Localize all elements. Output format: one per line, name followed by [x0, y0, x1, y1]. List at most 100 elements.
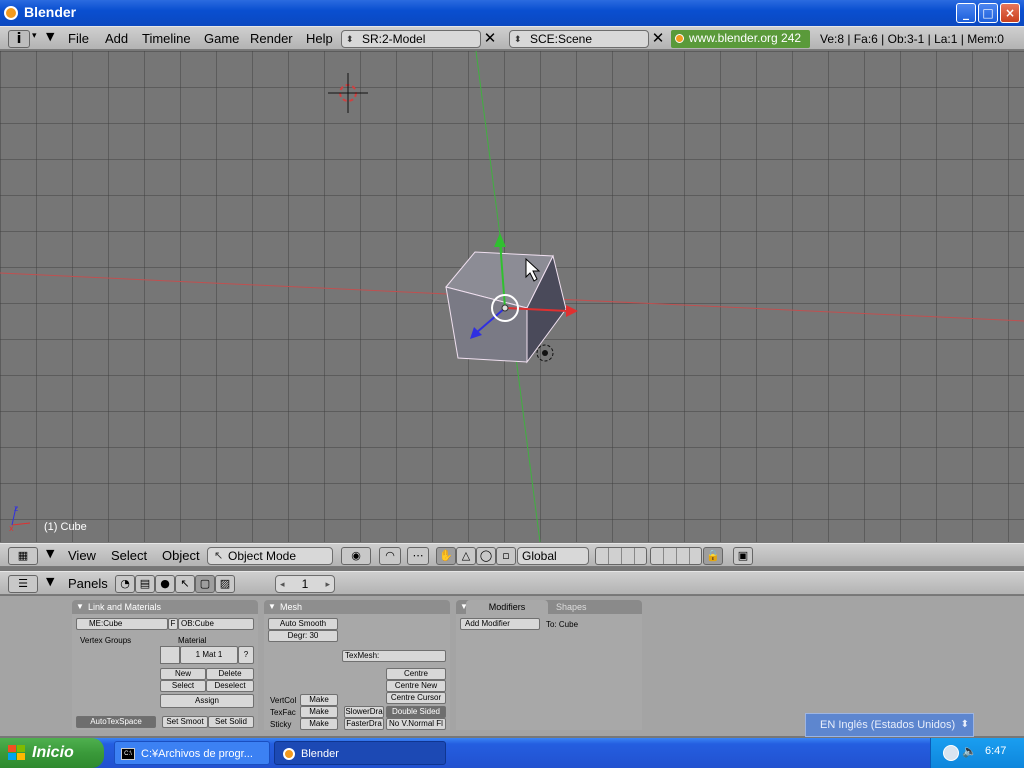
viewport-scene: z x — [0, 51, 1024, 542]
object-context-icon[interactable]: ↖ — [175, 575, 195, 593]
menu-file[interactable]: File — [68, 31, 89, 46]
material-help-button[interactable]: ? — [238, 646, 254, 664]
collapse-triangle-icon[interactable]: ▼ — [268, 600, 276, 614]
clock[interactable]: 6:47 — [985, 745, 1006, 757]
delete-scene-button[interactable]: ✕ — [649, 30, 667, 48]
3d-viewport[interactable]: z x (1) Cube — [0, 51, 1024, 542]
console-icon: C:\ — [121, 748, 135, 760]
manipulator-scale-icon[interactable]: ▫ — [496, 547, 516, 565]
sticky-make-button[interactable]: Make — [300, 718, 338, 730]
maximize-button[interactable]: □ — [978, 3, 998, 23]
add-modifier-button[interactable]: Add Modifier — [460, 618, 540, 630]
updown-icon: ⬍ — [514, 34, 522, 44]
scene-context-icon[interactable]: ▨ — [215, 575, 235, 593]
info-editor-icon[interactable]: i — [8, 30, 30, 48]
autotexspace-toggle[interactable]: AutoTexSpace — [76, 716, 156, 728]
set-smooth-button[interactable]: Set Smoot — [162, 716, 208, 728]
3d-cursor-icon[interactable] — [328, 73, 368, 113]
smooth-degree-field[interactable]: Degr: 30 — [268, 630, 338, 642]
faster-draw-button[interactable]: FasterDra — [344, 718, 384, 730]
menu-render[interactable]: Render — [250, 31, 293, 46]
volume-icon[interactable]: 🔈 — [962, 744, 977, 758]
material-new-button[interactable]: New — [160, 668, 206, 680]
texface-make-button[interactable]: Make — [300, 706, 338, 718]
manipulator-rotate-icon[interactable]: ◯ — [476, 547, 496, 565]
manipulator-hand-icon[interactable]: ✋ — [436, 547, 456, 565]
mode-selector[interactable]: ↖ Object Mode — [207, 547, 333, 565]
centre-button[interactable]: Centre — [386, 668, 446, 680]
fake-user-button[interactable]: F — [168, 618, 178, 630]
layer-buttons-group-2[interactable] — [650, 547, 702, 565]
tab-modifiers[interactable]: Modifiers — [466, 600, 548, 614]
snap-icon[interactable]: ⋯ — [407, 547, 429, 565]
taskbar-item-blender[interactable]: Blender — [274, 741, 446, 765]
blender-url-banner[interactable]: www.blender.org 242 — [671, 30, 810, 48]
minimize-button[interactable]: _ — [956, 3, 976, 23]
orientation-selector[interactable]: Global — [517, 547, 589, 565]
menu-collapse-icon[interactable]: ▼ — [46, 547, 54, 560]
auto-smooth-toggle[interactable]: Auto Smooth — [268, 618, 338, 630]
language-bar[interactable]: EN Inglés (Estados Unidos) ⬍ — [805, 713, 974, 737]
delete-screen-button[interactable]: ✕ — [481, 30, 499, 48]
slower-draw-button[interactable]: SlowerDra — [344, 706, 384, 718]
menu-select[interactable]: Select — [111, 548, 147, 563]
lamp-icon[interactable] — [536, 344, 554, 362]
link-materials-panel-title[interactable]: ▼ Link and Materials — [72, 600, 258, 614]
material-select-button[interactable]: Select — [160, 680, 206, 692]
screen-selector[interactable]: ⬍ SR:2-Model — [341, 30, 481, 48]
mesh-panel-title[interactable]: ▼ Mesh — [264, 600, 450, 614]
logic-context-icon[interactable]: ◔ — [115, 575, 135, 593]
lock-icon[interactable]: 🔒 — [703, 547, 723, 565]
menu-view[interactable]: View — [68, 548, 96, 563]
material-index-field[interactable]: 1 Mat 1 — [180, 646, 238, 664]
modifiers-panel-title: ▼ Modifiers Shapes — [456, 600, 642, 614]
menu-game[interactable]: Game — [204, 31, 239, 46]
no-vnormal-flip-toggle[interactable]: No V.Normal Fl — [386, 718, 446, 730]
centre-new-button[interactable]: Centre New — [386, 680, 446, 692]
frame-decrease-icon[interactable]: ◂ — [280, 576, 285, 592]
menu-collapse-icon[interactable]: ▼ — [46, 575, 54, 588]
centre-cursor-button[interactable]: Centre Cursor — [386, 692, 446, 704]
start-button[interactable]: Inicio — [0, 738, 104, 768]
double-sided-toggle[interactable]: Double Sided — [386, 706, 446, 718]
frame-increase-icon[interactable]: ▸ — [325, 576, 330, 592]
shading-context-icon[interactable]: ● — [155, 575, 175, 593]
collapse-triangle-icon[interactable]: ▼ — [76, 600, 84, 614]
render-preview-icon[interactable]: ▣ — [733, 547, 753, 565]
taskbar-item-cmd[interactable]: C:\ C:¥Archivos de progr... — [114, 741, 270, 765]
texmesh-field[interactable]: TexMesh: — [342, 650, 446, 662]
layer-buttons-group-1[interactable] — [595, 547, 647, 565]
window-title-bar[interactable]: Blender _ □ × — [0, 0, 1024, 26]
script-context-icon[interactable]: ▤ — [135, 575, 155, 593]
material-color-swatch[interactable] — [160, 646, 180, 664]
manipulator-translate-icon[interactable]: △ — [456, 547, 476, 565]
system-tray: 🔈 6:47 — [930, 738, 1024, 768]
close-button[interactable]: × — [1000, 3, 1020, 23]
vertcol-make-button[interactable]: Make — [300, 694, 338, 706]
menu-add[interactable]: Add — [105, 31, 128, 46]
menu-help[interactable]: Help — [306, 31, 333, 46]
info-header: i ▾ ▼ File Add Timeline Game Render Help… — [0, 26, 1024, 50]
editing-context-icon[interactable]: ▢ — [195, 575, 215, 593]
scene-selector[interactable]: ⬍ SCE:Scene — [509, 30, 649, 48]
language-bar-menu-icon[interactable]: ⬍ — [961, 714, 969, 736]
mesh-name-field[interactable]: ME:Cube — [76, 618, 168, 630]
security-shield-icon[interactable] — [943, 745, 959, 761]
material-deselect-button[interactable]: Deselect — [206, 680, 254, 692]
editor-type-3dview-icon[interactable]: ▦ — [8, 547, 38, 565]
tab-shapes[interactable]: Shapes — [548, 600, 628, 614]
material-assign-button[interactable]: Assign — [160, 694, 254, 708]
object-name-field[interactable]: OB:Cube — [178, 618, 254, 630]
panels-label[interactable]: Panels — [68, 576, 108, 591]
editor-type-buttons-icon[interactable]: ☰ — [8, 575, 38, 593]
menu-collapse-icon[interactable]: ▼ — [46, 30, 54, 43]
editor-type-arrow-icon[interactable]: ▾ — [32, 31, 42, 41]
frame-number-field[interactable]: ◂ 1 ▸ — [275, 575, 335, 593]
menu-timeline[interactable]: Timeline — [142, 31, 191, 46]
material-delete-button[interactable]: Delete — [206, 668, 254, 680]
menu-object[interactable]: Object — [162, 548, 200, 563]
set-solid-button[interactable]: Set Solid — [208, 716, 254, 728]
scene-stats: Ve:8 | Fa:6 | Ob:3-1 | La:1 | Mem:0 — [820, 32, 1004, 46]
draw-type-icon[interactable]: ◉ — [341, 547, 371, 565]
pivot-icon[interactable]: ◠ — [379, 547, 401, 565]
